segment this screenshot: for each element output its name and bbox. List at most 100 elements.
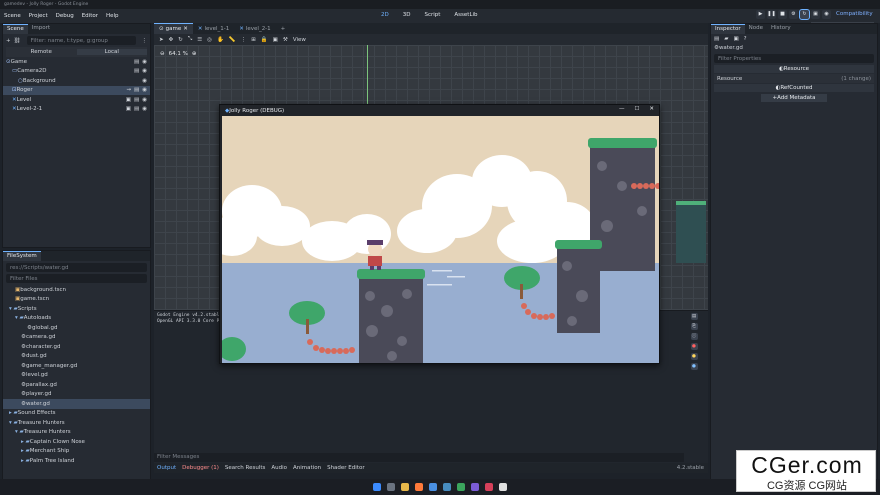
movie-maker-icon[interactable]: ◉ [822, 10, 831, 19]
maximize-icon[interactable]: ☐ [634, 106, 639, 112]
filesystem-path[interactable]: res://Scripts/water.gd [6, 263, 147, 272]
tab-inspector[interactable]: Inspector [711, 24, 745, 34]
scene-filter-input[interactable]: Filter: name, t:type, g:group [26, 36, 136, 45]
scale-tool-icon[interactable]: ⤡ [188, 36, 192, 43]
save-icon[interactable]: ▣ [733, 36, 738, 42]
folder-item[interactable]: ▾ ▰ Treasure Hunters [3, 418, 150, 428]
game-window[interactable]: ◆ Jolly Roger (DEBUG) — ☐ ✕ [219, 104, 660, 364]
list-item[interactable]: ⚙ camera.gd [3, 333, 150, 343]
folder-item[interactable]: ▾ ▰ Treasure Hunters [3, 428, 150, 438]
zoom-in-icon[interactable]: ⊕ [192, 51, 197, 57]
list-item[interactable]: ▣ background.tscn [3, 285, 150, 295]
workspace-assetlib[interactable]: AssetLib [451, 11, 480, 19]
list-item-selected[interactable]: ⚙ water.gd [3, 399, 150, 409]
inspector-object[interactable]: ⚙ water.gd [711, 43, 877, 52]
app-icon[interactable] [429, 483, 437, 491]
tab-search-results[interactable]: Search Results [225, 465, 266, 471]
tab-shader-editor[interactable]: Shader Editor [327, 465, 365, 471]
warning-filter-icon[interactable]: ● [690, 353, 698, 360]
game-canvas[interactable] [222, 116, 659, 363]
pivot-icon[interactable]: ◎ [207, 37, 212, 43]
menu-debug[interactable]: Debug [52, 13, 78, 19]
list-item[interactable]: ⚙ game_manager.gd [3, 361, 150, 371]
filesystem-filter-input[interactable]: Filter Files [6, 274, 147, 283]
workspace-3d[interactable]: 3D [400, 11, 414, 19]
add-metadata-button[interactable]: + Add Metadata [761, 94, 827, 102]
clear-icon[interactable]: ▤ [690, 313, 698, 320]
output-filter-input[interactable]: Filter Messages [154, 453, 684, 462]
link-icon[interactable]: ⛓ [14, 38, 21, 44]
tab-output[interactable]: Output [157, 465, 176, 471]
zoom-level[interactable]: 64.1 % [169, 51, 188, 57]
remote-debug-icon[interactable]: ⚙ [789, 10, 798, 19]
bone-icon[interactable]: ⚒ [283, 37, 288, 43]
remote-tab[interactable]: Remote [6, 49, 77, 55]
tree-item-level-2-1[interactable]: ✕ Level-2-1 ▣ ▤ ◉ [3, 105, 150, 115]
local-tab[interactable]: Local [76, 49, 147, 55]
minimize-icon[interactable]: — [619, 106, 625, 112]
tab-node[interactable]: Node [745, 24, 767, 34]
list-item[interactable]: ⚙ global.gd [3, 323, 150, 333]
pan-tool-icon[interactable]: ✋ [217, 37, 224, 43]
tab-animation[interactable]: Animation [293, 465, 321, 471]
log-filter-icon[interactable]: ⓘ [690, 333, 698, 340]
menu-help[interactable]: Help [102, 13, 123, 19]
group-icon[interactable]: ▣ [273, 37, 278, 43]
tab-debugger[interactable]: Debugger (1) [182, 465, 219, 471]
rotate-tool-icon[interactable]: ↻ [178, 37, 183, 43]
tree-item-level[interactable]: ✕ Level ▣ ▤ ◉ [3, 95, 150, 105]
grid-snap-icon[interactable]: ⊞ [251, 37, 256, 43]
new-resource-icon[interactable]: ▤ [714, 36, 719, 42]
renderer-selector[interactable]: Compatibility [836, 11, 873, 17]
ruler-tool-icon[interactable]: 📏 [229, 37, 236, 43]
app-icon[interactable] [471, 483, 479, 491]
tree-item-game[interactable]: ⊙ Game ▤ ◉ [3, 57, 150, 67]
app-icon[interactable] [457, 483, 465, 491]
list-select-icon[interactable]: ☰ [197, 37, 202, 43]
filter-properties-input[interactable]: Filter Properties [714, 54, 874, 63]
menu-scene[interactable]: Scene [0, 13, 25, 19]
folder-item[interactable]: ▾ ▰ Autoloads [3, 314, 150, 324]
open-icon[interactable]: ▰ [724, 36, 728, 42]
tab-level-1-1[interactable]: ✕ level_1-1 [193, 23, 234, 34]
section-refcounted[interactable]: ◐ RefCounted [714, 84, 874, 92]
folder-icon[interactable] [401, 483, 409, 491]
search-options-icon[interactable]: ⋮ [142, 38, 148, 44]
search-icon[interactable] [387, 483, 395, 491]
move-tool-icon[interactable]: ✥ [169, 37, 174, 43]
lock-icon[interactable]: 🔒 [261, 37, 268, 43]
help-icon[interactable]: ? [744, 36, 747, 42]
tab-audio[interactable]: Audio [271, 465, 287, 471]
tab-level-2-1[interactable]: ✕ level_2-1 [234, 23, 275, 34]
close-icon[interactable]: ✕ [649, 106, 654, 112]
play-custom-scene-icon[interactable]: ▣ [811, 10, 820, 19]
menu-editor[interactable]: Editor [78, 13, 102, 19]
folder-item[interactable]: ▸ ▰ Merchant Ship [3, 447, 150, 457]
godot-icon[interactable] [443, 483, 451, 491]
workspace-2d[interactable]: 2D [378, 11, 392, 19]
list-item[interactable]: ⚙ character.gd [3, 342, 150, 352]
info-filter-icon[interactable]: ● [690, 363, 698, 370]
snap-icon[interactable]: ⋮ [241, 37, 247, 43]
folder-item[interactable]: ▸ ▰ Sound Effects [3, 409, 150, 419]
app-icon[interactable] [499, 483, 507, 491]
tree-item-camera2d[interactable]: ▭ Camera2D ▤ ◉ [3, 67, 150, 77]
start-icon[interactable] [373, 483, 381, 491]
tab-history[interactable]: History [767, 24, 795, 34]
folder-item[interactable]: ▾ ▰ Scripts [3, 304, 150, 314]
tree-item-roger[interactable]: ⊡ Roger ⇝ ▤ ◉ [3, 85, 150, 95]
add-node-icon[interactable]: + [6, 38, 11, 44]
list-item[interactable]: ⚙ parallax.gd [3, 380, 150, 390]
zoom-out-icon[interactable]: ⊖ [160, 51, 165, 57]
game-window-titlebar[interactable]: ◆ Jolly Roger (DEBUG) — ☐ ✕ [220, 105, 659, 116]
reload-scene-icon[interactable]: ↻ [799, 9, 810, 20]
tab-filesystem[interactable]: FileSystem [3, 251, 41, 261]
app-icon[interactable] [485, 483, 493, 491]
tab-game[interactable]: ⊙ game ✕ [154, 23, 193, 34]
firefox-icon[interactable] [415, 483, 423, 491]
tab-scene[interactable]: Scene [3, 24, 28, 34]
pause-icon[interactable]: ❚❚ [767, 10, 776, 19]
list-item[interactable]: ⚙ level.gd [3, 371, 150, 381]
folder-item[interactable]: ▸ ▰ Palm Tree Island [3, 456, 150, 466]
add-tab-button[interactable]: + [276, 23, 291, 34]
